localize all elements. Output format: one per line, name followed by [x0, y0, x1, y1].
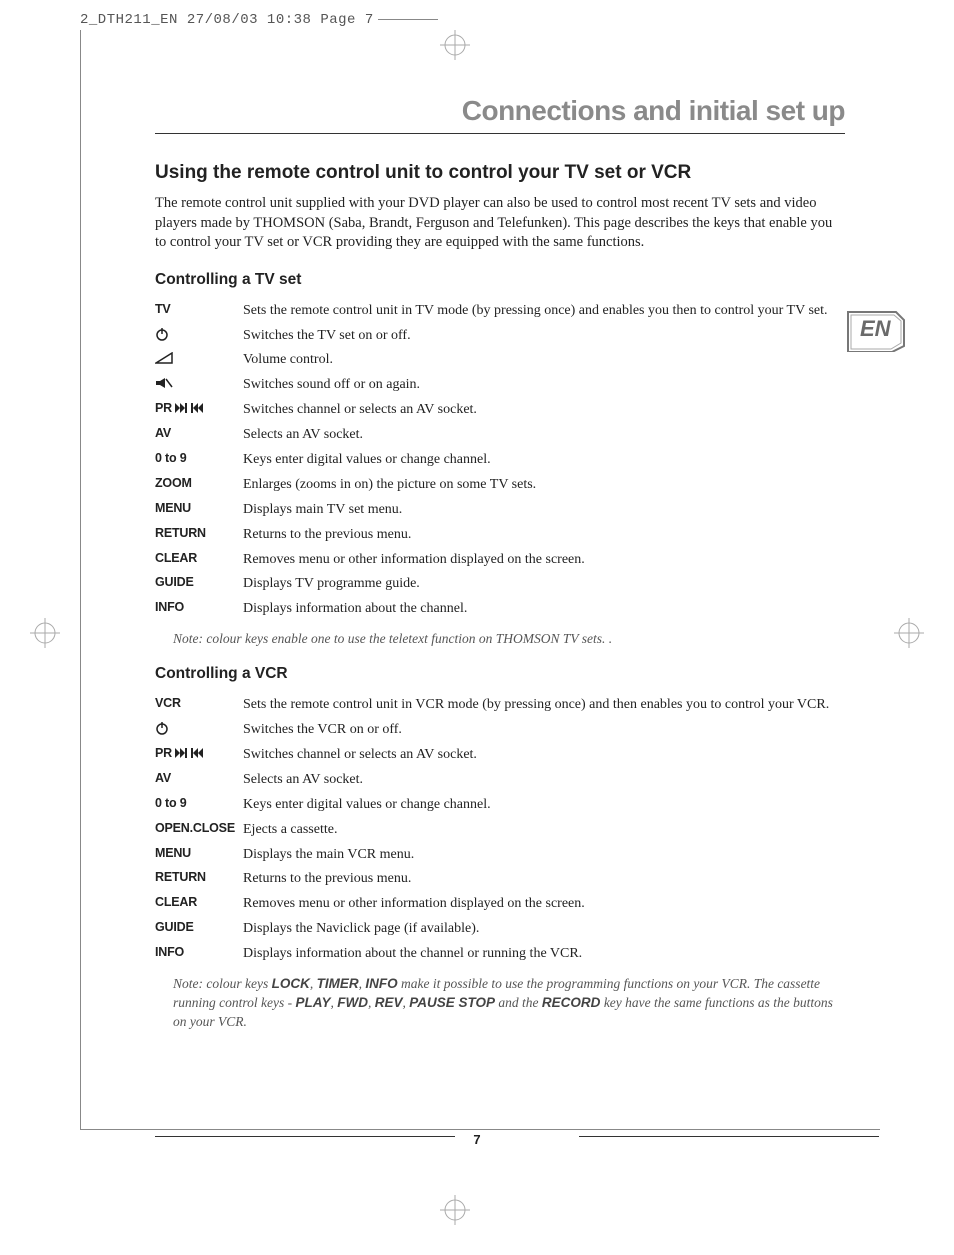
key-row: ZOOM Enlarges (zooms in on) the picture … — [155, 473, 845, 498]
key-row: CLEAR Removes menu or other information … — [155, 892, 845, 917]
tv-note: Note: colour keys enable one to use the … — [173, 630, 845, 649]
key-label: 0 to 9 — [155, 793, 243, 818]
page-number: 7 — [473, 1132, 480, 1147]
power-icon — [155, 327, 169, 344]
chapter-title: Connections and initial set up — [155, 95, 845, 134]
key-label: TV — [155, 299, 243, 324]
key-label: VCR — [155, 693, 243, 718]
key-row: PR Switches channel or selects an AV soc… — [155, 743, 845, 768]
key-description: Switches the TV set on or off. — [243, 324, 845, 349]
key-description: Switches channel or selects an AV socket… — [243, 743, 845, 768]
key-row: AV Selects an AV socket. — [155, 768, 845, 793]
vol-icon — [155, 352, 173, 367]
key-label: RETURN — [155, 867, 243, 892]
key-description: Enlarges (zooms in on) the picture on so… — [243, 473, 845, 498]
key-row: GUIDE Displays the Naviclick page (if av… — [155, 917, 845, 942]
vcr-subtitle: Controlling a VCR — [155, 665, 845, 683]
language-tab: EN — [846, 310, 906, 352]
vcr-key-table: VCR Sets the remote control unit in VCR … — [155, 693, 845, 967]
key-row: TV Sets the remote control unit in TV mo… — [155, 299, 845, 324]
key-description: Ejects a cassette. — [243, 818, 845, 843]
key-description: Displays information about the channel o… — [243, 942, 845, 967]
skip-icon — [175, 402, 203, 416]
key-description: Sets the remote control unit in TV mode … — [243, 299, 845, 324]
crop-mark-right-icon — [894, 618, 924, 648]
page-content: Connections and initial set up Using the… — [155, 95, 845, 1036]
key-row: MENU Displays main TV set menu. — [155, 498, 845, 523]
key-label: MENU — [155, 843, 243, 868]
footer-rule — [579, 1136, 879, 1137]
key-row: 0 to 9 Keys enter digital values or chan… — [155, 448, 845, 473]
intro-paragraph: The remote control unit supplied with yo… — [155, 194, 845, 253]
key-row: MENU Displays the main VCR menu. — [155, 843, 845, 868]
tv-key-table: TV Sets the remote control unit in TV mo… — [155, 299, 845, 623]
key-description: Displays the main VCR menu. — [243, 843, 845, 868]
key-label — [155, 718, 243, 743]
key-row: INFO Displays information about the chan… — [155, 597, 845, 622]
key-description: Sets the remote control unit in VCR mode… — [243, 693, 845, 718]
key-label: ZOOM — [155, 473, 243, 498]
key-row: RETURN Returns to the previous menu. — [155, 523, 845, 548]
key-label: PR — [155, 743, 243, 768]
key-label: CLEAR — [155, 892, 243, 917]
key-label — [155, 373, 243, 398]
key-description: Displays TV programme guide. — [243, 572, 845, 597]
key-description: Returns to the previous menu. — [243, 523, 845, 548]
key-label: 0 to 9 — [155, 448, 243, 473]
key-label: GUIDE — [155, 572, 243, 597]
key-label: MENU — [155, 498, 243, 523]
key-row: INFO Displays information about the chan… — [155, 942, 845, 967]
key-label: RETURN — [155, 523, 243, 548]
key-description: Displays information about the channel. — [243, 597, 845, 622]
key-description: Removes menu or other information displa… — [243, 548, 845, 573]
key-description: Keys enter digital values or change chan… — [243, 793, 845, 818]
skip-icon — [175, 747, 203, 761]
tv-subtitle: Controlling a TV set — [155, 271, 845, 289]
power-icon — [155, 721, 169, 738]
section-title: Using the remote control unit to control… — [155, 162, 845, 184]
key-row: RETURN Returns to the previous menu. — [155, 867, 845, 892]
vcr-note: Note: colour keys LOCK, TIMER, INFO make… — [173, 975, 845, 1032]
key-label: AV — [155, 768, 243, 793]
mute-icon — [155, 377, 173, 392]
key-row: PR Switches channel or selects an AV soc… — [155, 398, 845, 423]
key-label: OPEN.CLOSE — [155, 818, 243, 843]
key-label: CLEAR — [155, 548, 243, 573]
key-label: INFO — [155, 942, 243, 967]
key-row: Volume control. — [155, 348, 845, 373]
key-row: CLEAR Removes menu or other information … — [155, 548, 845, 573]
key-description: Displays main TV set menu. — [243, 498, 845, 523]
key-description: Switches the VCR on or off. — [243, 718, 845, 743]
key-label: GUIDE — [155, 917, 243, 942]
print-slug: 2_DTH211_EN 27/08/03 10:38 Page 7 — [80, 12, 438, 28]
key-label: AV — [155, 423, 243, 448]
crop-mark-left-icon — [30, 618, 60, 648]
key-row: Switches sound off or on again. — [155, 373, 845, 398]
key-label: INFO — [155, 597, 243, 622]
key-description: Switches sound off or on again. — [243, 373, 845, 398]
key-description: Switches channel or selects an AV socket… — [243, 398, 845, 423]
key-label — [155, 348, 243, 373]
footer-rule — [155, 1136, 455, 1137]
key-row: Switches the VCR on or off. — [155, 718, 845, 743]
key-description: Volume control. — [243, 348, 845, 373]
key-row: VCR Sets the remote control unit in VCR … — [155, 693, 845, 718]
key-row: GUIDE Displays TV programme guide. — [155, 572, 845, 597]
key-description: Displays the Naviclick page (if availabl… — [243, 917, 845, 942]
key-row: 0 to 9 Keys enter digital values or chan… — [155, 793, 845, 818]
key-row: Switches the TV set on or off. — [155, 324, 845, 349]
key-label — [155, 324, 243, 349]
key-description: Selects an AV socket. — [243, 423, 845, 448]
key-row: AV Selects an AV socket. — [155, 423, 845, 448]
key-description: Removes menu or other information displa… — [243, 892, 845, 917]
crop-mark-bottom-icon — [440, 1195, 470, 1225]
key-description: Returns to the previous menu. — [243, 867, 845, 892]
key-label: PR — [155, 398, 243, 423]
key-row: OPEN.CLOSE Ejects a cassette. — [155, 818, 845, 843]
key-description: Keys enter digital values or change chan… — [243, 448, 845, 473]
key-description: Selects an AV socket. — [243, 768, 845, 793]
